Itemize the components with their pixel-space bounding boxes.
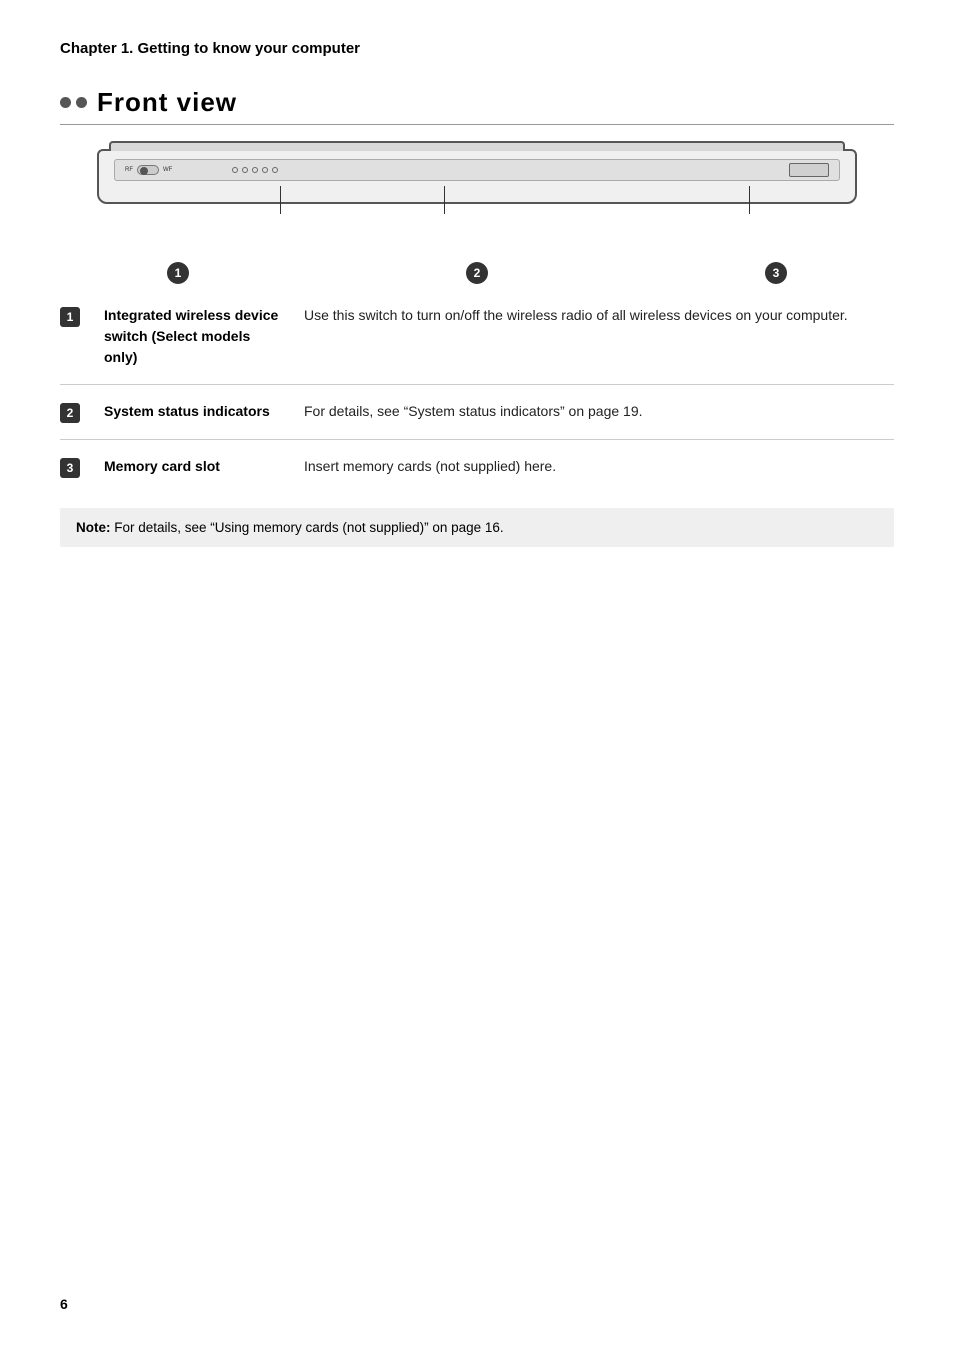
- item-num-cell-1: 2: [60, 385, 104, 440]
- status-icon-3: [252, 167, 258, 173]
- item-label-cell-0: Integrated wireless device switch (Selec…: [104, 289, 304, 385]
- diagram-container: RF WF 1 2 3: [87, 149, 867, 249]
- section-header: Front view: [60, 87, 894, 125]
- callout-row: 1 2 3: [87, 262, 867, 284]
- item-num-cell-0: 1: [60, 289, 104, 385]
- item-num-badge-0: 1: [60, 307, 80, 327]
- status-icons: [232, 167, 278, 173]
- callout-badge-1: 1: [167, 262, 189, 284]
- page-number: 6: [60, 1296, 68, 1312]
- item-desc-cell-1: For details, see “System status indicato…: [304, 385, 894, 440]
- status-icon-2: [242, 167, 248, 173]
- card-slot-area: [789, 163, 829, 177]
- callout-badge-3: 3: [765, 262, 787, 284]
- item-desc-cell-2: Insert memory cards (not supplied) here.: [304, 440, 894, 495]
- dot-2: [76, 97, 87, 108]
- section-title: Front view: [97, 87, 237, 118]
- item-num-cell-2: 3: [60, 440, 104, 495]
- status-icon-1: [232, 167, 238, 173]
- card-slot-rect: [789, 163, 829, 177]
- dot-1: [60, 97, 71, 108]
- callout-badge-2: 2: [466, 262, 488, 284]
- status-icon-4: [262, 167, 268, 173]
- toggle-knob: [140, 167, 148, 175]
- chapter-title: Chapter 1. Getting to know your computer: [60, 40, 894, 57]
- switch-label-left: RF: [125, 167, 133, 173]
- callout-line-3: [749, 186, 750, 214]
- item-num-badge-2: 3: [60, 458, 80, 478]
- switch-label-right: WF: [163, 167, 172, 173]
- item-desc-cell-0: Use this switch to turn on/off the wirel…: [304, 289, 894, 385]
- section-dots: [60, 97, 87, 108]
- table-row: 1 Integrated wireless device switch (Sel…: [60, 289, 894, 385]
- callout-line-2: [444, 186, 445, 214]
- item-label-cell-2: Memory card slot: [104, 440, 304, 495]
- toggle-switch: [137, 165, 159, 175]
- table-row: 3 Memory card slot Insert memory cards (…: [60, 440, 894, 495]
- laptop-inner-bar: RF WF: [114, 159, 840, 181]
- note-text: For details, see “Using memory cards (no…: [111, 520, 504, 535]
- table-row: 2 System status indicators For details, …: [60, 385, 894, 440]
- note-box: Note: For details, see “Using memory car…: [60, 508, 894, 547]
- item-num-badge-1: 2: [60, 403, 80, 423]
- laptop-top-edge: [109, 141, 845, 151]
- laptop-body: RF WF: [97, 149, 857, 204]
- switch-area: RF WF: [125, 165, 172, 175]
- status-icon-5: [272, 167, 278, 173]
- note-bold: Note:: [76, 520, 111, 535]
- items-table: 1 Integrated wireless device switch (Sel…: [60, 289, 894, 494]
- item-label-cell-1: System status indicators: [104, 385, 304, 440]
- callout-line-1: [280, 186, 281, 214]
